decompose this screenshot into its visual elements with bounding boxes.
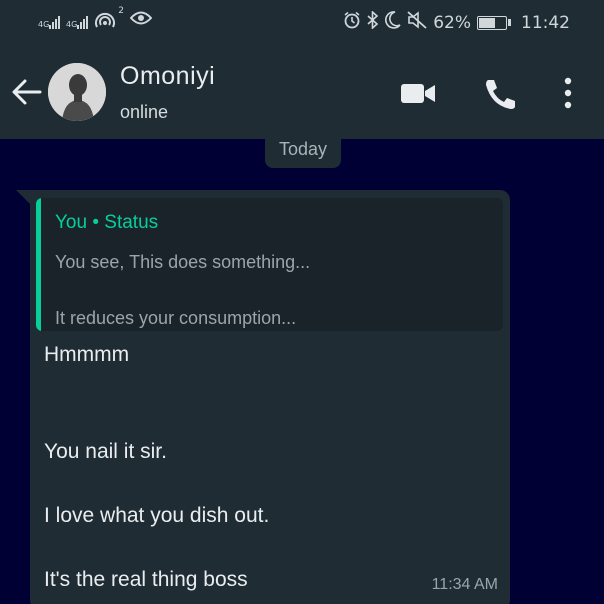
battery-icon <box>477 15 507 30</box>
battery-percent: 62% <box>433 12 471 33</box>
date-divider: Today <box>265 131 341 168</box>
video-call-icon[interactable] <box>398 75 438 111</box>
message-bubble[interactable]: You • Status You see, This does somethin… <box>30 190 510 604</box>
message-line: I love what you dish out. <box>44 504 270 527</box>
back-arrow-icon[interactable] <box>10 75 44 109</box>
moon-icon <box>385 11 401 34</box>
status-right-group: 62% 11:42 <box>343 10 570 34</box>
contact-status: online <box>120 102 169 122</box>
alarm-icon <box>343 11 361 34</box>
quote-author: You • Status <box>55 212 159 233</box>
hotspot-count: 2 <box>118 5 124 16</box>
signal-1: 4G <box>38 13 60 29</box>
quoted-status[interactable]: You • Status You see, This does somethin… <box>36 198 503 331</box>
chat-screen: 4G 4G 2 62% 11:42 Omoniyi online Today Y… <box>0 0 604 604</box>
quote-accent-bar <box>36 198 41 331</box>
more-options-icon[interactable] <box>550 75 586 111</box>
battery-fill <box>479 17 495 28</box>
avatar-photo <box>48 63 106 121</box>
message-line: It's the real thing boss <box>44 568 248 591</box>
signal-bars-icon <box>49 13 60 29</box>
status-bar: 4G 4G 2 62% 11:42 <box>0 0 604 45</box>
quote-text-line-1: You see, This does something... <box>55 252 311 272</box>
message-timestamp: 11:34 AM <box>431 576 498 593</box>
quote-text-line-2: It reduces your consumption... <box>55 308 297 328</box>
avatar[interactable] <box>48 63 106 121</box>
bluetooth-icon <box>367 10 379 34</box>
status-time: 11:42 <box>521 12 570 33</box>
message-line: You nail it sir. <box>44 440 167 463</box>
contact-name[interactable]: Omoniyi <box>120 62 215 91</box>
mute-icon <box>407 11 427 34</box>
status-left-group: 4G 4G 2 <box>38 6 153 31</box>
signal-2-label: 4G <box>66 19 78 29</box>
voice-call-icon[interactable] <box>480 75 520 111</box>
message-line: Hmmmm <box>44 343 130 366</box>
battery-tip <box>508 19 511 26</box>
hotspot-icon: 2 <box>94 6 124 31</box>
eye-icon <box>129 10 153 31</box>
chat-header: Omoniyi online <box>0 45 604 139</box>
signal-2: 4G <box>66 13 88 29</box>
signal-bars-icon <box>77 13 88 29</box>
signal-1-label: 4G <box>38 19 50 29</box>
